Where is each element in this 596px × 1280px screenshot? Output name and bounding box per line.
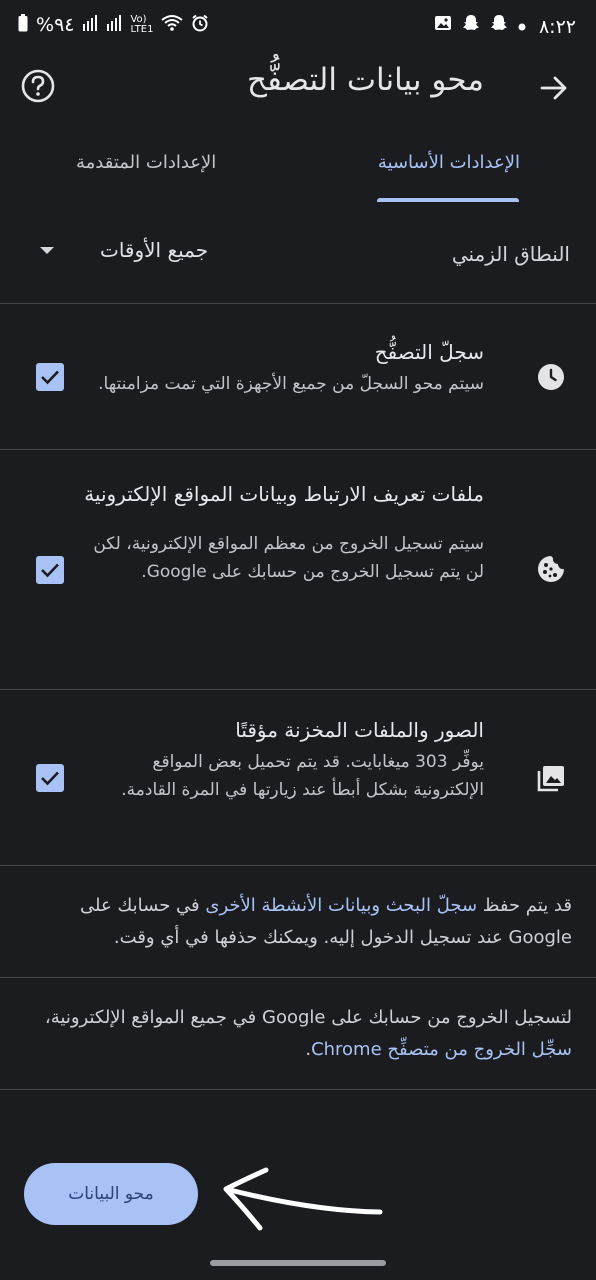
check-icon [41, 563, 59, 578]
divider [0, 865, 596, 866]
item-title: سجلّ التصفُّح [374, 340, 484, 364]
notification-icons [434, 14, 526, 36]
tabs: الإعدادات الأساسية الإعدادات المتقدمة [0, 140, 596, 206]
search-history-info: قد يتم حفظ سجلّ البحث وبيانات الأنشطة ال… [24, 890, 572, 954]
time-range-value: جميع الأوقات [100, 238, 209, 262]
page-title: محو بيانات التصفُّح [246, 62, 484, 98]
time-range-row: النطاق الزمني جميع الأوقات [0, 228, 596, 288]
battery-icon [18, 14, 28, 36]
item-text: الصور والملفات المخزنة مؤقتًا يوفِّر 303… [84, 712, 484, 804]
dropdown-arrow-icon [40, 246, 54, 254]
tab-indicator [377, 198, 519, 202]
item-description: يوفِّر 303 ميغابايت. قد يتم تحميل بعض ال… [121, 752, 484, 800]
item-description: سيتم محو السجلّ من جميع الأجهزة التي تمت… [98, 374, 484, 394]
cached-files-checkbox[interactable] [36, 764, 64, 792]
divider [0, 1089, 596, 1090]
annotation-arrow-icon [223, 1167, 383, 1231]
cookie-icon [536, 554, 566, 584]
clear-data-button[interactable]: محو البيانات [24, 1163, 198, 1225]
time-range-label: النطاق الزمني [451, 242, 570, 266]
check-icon [41, 370, 59, 385]
time-range-dropdown[interactable]: جميع الأوقات [40, 238, 208, 262]
list-item-cookies[interactable]: ملفات تعريف الارتباط وبيانات المواقع الإ… [0, 450, 596, 689]
tab-basic-settings[interactable]: الإعدادات الأساسية [378, 152, 520, 173]
wifi-icon [161, 14, 184, 36]
item-title: الصور والملفات المخزنة مؤقتًا [235, 718, 484, 742]
tab-advanced-settings[interactable]: الإعدادات المتقدمة [76, 152, 216, 173]
back-button[interactable] [534, 68, 574, 108]
snapchat-icon [490, 14, 508, 36]
item-text: سجلّ التصفُّح سيتم محو السجلّ من جميع ال… [84, 334, 484, 398]
item-title: ملفات تعريف الارتباط وبيانات المواقع الإ… [84, 482, 484, 506]
volte-bottom: LTE1 [130, 24, 154, 35]
info-text-prefix: قد يتم حفظ [477, 895, 572, 916]
item-description: سيتم تسجيل الخروج من معظم المواقع الإلكت… [93, 534, 484, 582]
help-button[interactable] [20, 68, 56, 104]
alarm-icon [191, 14, 209, 36]
images-icon [536, 763, 566, 793]
clock-icon [536, 362, 566, 392]
list-item-browsing-history[interactable]: سجلّ التصفُّح سيتم محو السجلّ من جميع ال… [0, 304, 596, 449]
check-icon [41, 771, 59, 786]
arrow-right-icon [540, 76, 567, 100]
system-icons: %٩٤ Vo) LTE1 [18, 14, 209, 36]
snapchat-icon [462, 14, 480, 36]
browsing-history-checkbox[interactable] [36, 363, 64, 391]
help-icon [21, 69, 55, 103]
image-icon [434, 15, 452, 35]
gesture-navigation-bar[interactable] [210, 1260, 386, 1266]
list-item-cached-files[interactable]: الصور والملفات المخزنة مؤقتًا يوفِّر 303… [0, 690, 596, 865]
cookies-checkbox[interactable] [36, 556, 64, 584]
status-bar: ٨:٢٢ %٩٤ Vo) LTE1 [0, 0, 596, 56]
item-text: ملفات تعريف الارتباط وبيانات المواقع الإ… [84, 476, 484, 586]
status-time: ٨:٢٢ [538, 16, 576, 38]
sign-out-info: لتسجيل الخروج من حسابك على Google في جمي… [24, 1002, 572, 1066]
volte-label: Vo) LTE1 [130, 14, 154, 36]
search-history-link[interactable]: سجلّ البحث وبيانات الأنشطة الأخرى [205, 895, 477, 916]
info-text-prefix: لتسجيل الخروج من حسابك على Google في جمي… [44, 1007, 572, 1028]
divider [0, 977, 596, 978]
app-bar: محو بيانات التصفُّح [0, 56, 596, 120]
signal-icon [82, 14, 98, 36]
battery-percent: %٩٤ [36, 14, 75, 36]
sign-out-chrome-link[interactable]: سجِّل الخروج من متصفِّح Chrome [311, 1039, 572, 1060]
dot-icon [518, 16, 526, 35]
signal-icon [106, 14, 122, 36]
